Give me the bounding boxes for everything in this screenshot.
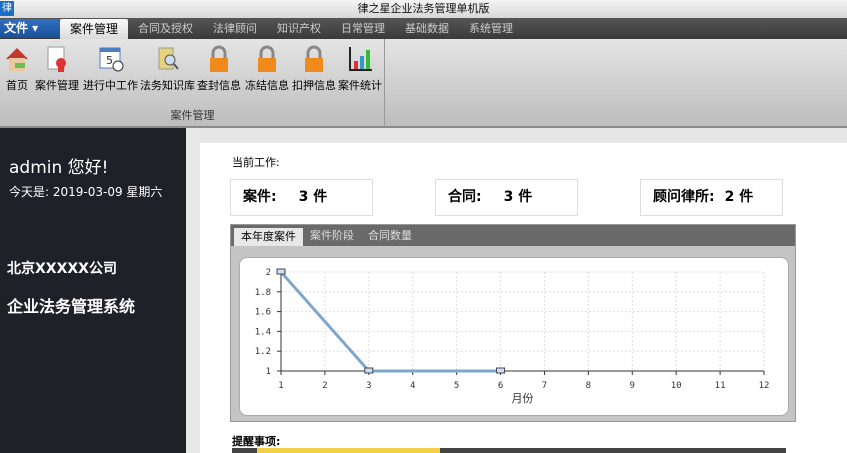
x-tick-label: 7 [542,381,547,391]
line-chart: 1 2 3 4 5 6 7 8 9 10 11 1211.21.41.61.82月份 [255,268,770,405]
y-tick-label: 2 [266,268,271,278]
data-point [496,367,506,374]
x-tick-label: 1 [278,381,283,391]
y-tick-label: 1.4 [255,327,271,337]
data-point [276,268,286,275]
x-tick-label: 10 [671,381,682,391]
y-tick-label: 1.8 [255,288,271,298]
x-tick-label: 6 [498,381,503,391]
y-tick-label: 1.2 [255,347,271,357]
x-tick-label: 12 [759,381,770,391]
x-tick-label: 5 [454,381,459,391]
x-tick-label: 3 [366,381,371,391]
x-axis-label: 月份 [512,392,534,405]
x-tick-label: 8 [586,381,591,391]
reminders-header [232,448,786,453]
x-tick-label: 4 [410,381,415,391]
x-tick-label: 11 [715,381,726,391]
reminders-label: 提醒事项: [232,435,281,448]
y-tick-label: 1 [266,367,271,377]
y-tick-label: 1.6 [255,308,271,318]
data-point [364,367,374,374]
x-tick-label: 2 [322,381,327,391]
x-tick-label: 9 [630,381,635,391]
series-line [279,271,501,373]
